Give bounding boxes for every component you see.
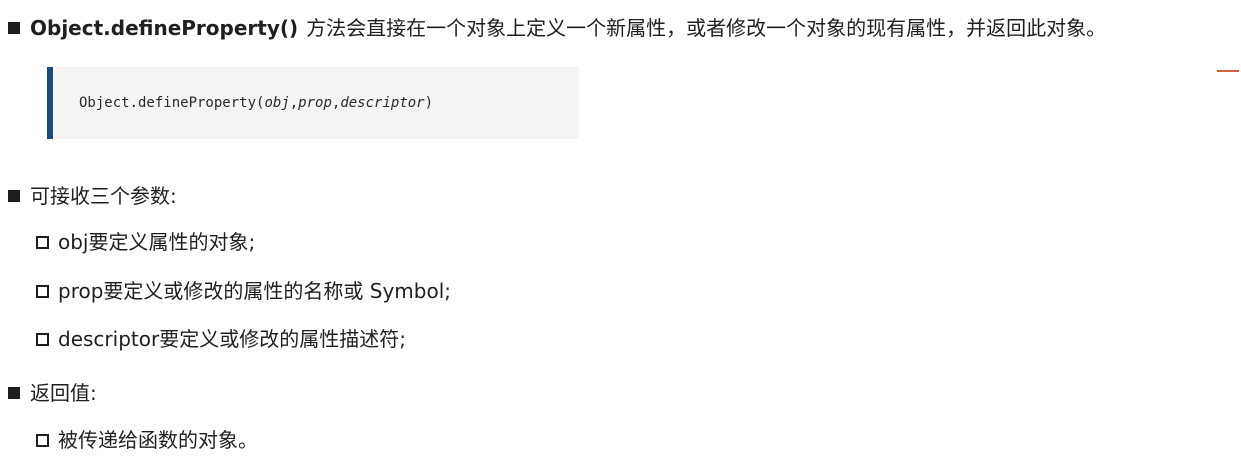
hollow-square-bullet-icon (36, 433, 49, 447)
hollow-square-bullet-icon (36, 332, 49, 346)
param-obj-text: obj要定义属性的对象; (58, 230, 256, 254)
return-heading: 返回值: (8, 383, 97, 403)
param-descriptor-text: descriptor要定义或修改的属性描述符; (58, 327, 406, 351)
code-param-obj: obj (264, 95, 290, 111)
params-heading-text: 可接收三个参数: (30, 184, 177, 208)
code-param-prop: prop (298, 95, 332, 111)
square-bullet-icon (8, 22, 20, 34)
hollow-square-bullet-icon (36, 284, 49, 298)
code-param-descriptor: descriptor (340, 95, 425, 111)
param-prop-text: prop要定义或修改的属性的名称或 Symbol; (58, 279, 452, 303)
code-prefix: Object.defineProperty( (79, 95, 265, 111)
slide-page: Object.defineProperty() 方法会直接在一个对象上定义一个新… (0, 0, 1241, 464)
code-separator: , (331, 95, 341, 111)
params-heading: 可接收三个参数: (8, 186, 177, 206)
code-suffix: ) (424, 95, 434, 111)
method-name: Object.defineProperty() (30, 16, 299, 40)
code-block: Object.defineProperty(obj, prop, descrip… (47, 67, 579, 139)
method-description: 方法会直接在一个对象上定义一个新属性，或者修改一个对象的现有属性，并返回此对象。 (306, 16, 1107, 40)
square-bullet-icon (8, 190, 20, 202)
square-bullet-icon (8, 387, 20, 399)
list-item: prop要定义或修改的属性的名称或 Symbol; (36, 281, 451, 301)
list-item: 被传递给函数的对象。 (36, 430, 258, 450)
code-separator: , (289, 95, 299, 111)
hollow-square-bullet-icon (36, 235, 49, 249)
return-value-text: 被传递给函数的对象。 (58, 428, 258, 452)
return-heading-text: 返回值: (30, 381, 97, 405)
intro-line: Object.defineProperty() 方法会直接在一个对象上定义一个新… (8, 18, 1106, 38)
list-item: obj要定义属性的对象; (36, 232, 255, 252)
list-item: descriptor要定义或修改的属性描述符; (36, 329, 406, 349)
decorative-dash (1217, 70, 1239, 72)
